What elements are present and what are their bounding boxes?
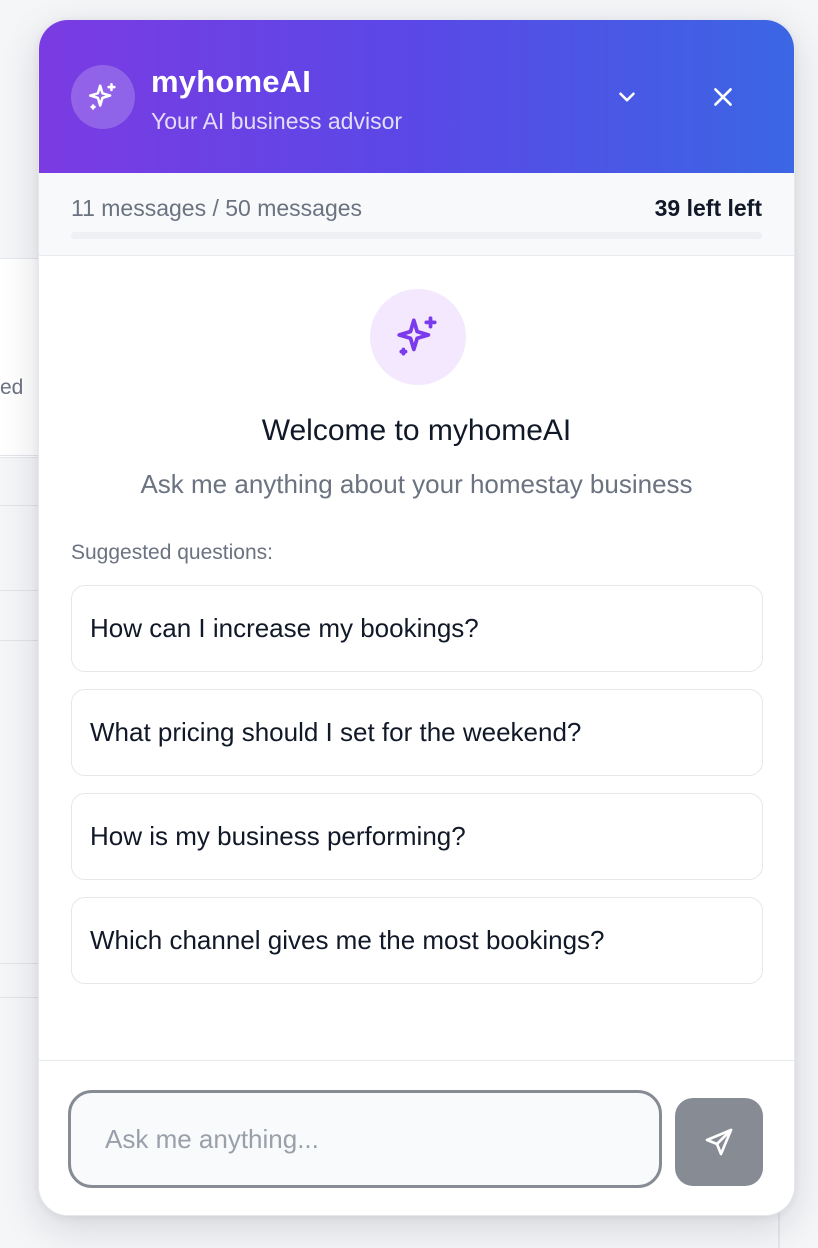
close-button[interactable] [703, 77, 743, 117]
suggested-question-button[interactable]: Which channel gives me the most bookings… [71, 897, 763, 984]
suggested-questions-label: Suggested questions: [71, 541, 273, 564]
chevron-down-icon [619, 92, 635, 102]
welcome-subtitle: Ask me anything about your homestay busi… [140, 469, 693, 499]
background-partial-text: ed [0, 376, 24, 399]
suggested-question-button[interactable]: How can I increase my bookings? [71, 585, 763, 672]
send-button[interactable] [675, 1098, 763, 1186]
suggested-question-button[interactable]: What pricing should I set for the weeken… [71, 689, 763, 776]
usage-count: 11 messages / 50 messages [71, 195, 363, 221]
composer [39, 1060, 794, 1215]
close-icon [714, 88, 732, 106]
sparkles-icon [88, 82, 116, 110]
assistant-avatar [71, 65, 135, 129]
chat-title: myhomeAI [151, 64, 312, 99]
welcome-title: Welcome to myhomeAI [261, 414, 572, 447]
chat-header: myhomeAI Your AI business advisor [39, 20, 794, 173]
chat-subtitle: Your AI business advisor [151, 108, 403, 134]
suggested-question-button[interactable]: How is my business performing? [71, 793, 763, 880]
welcome-avatar [370, 289, 466, 385]
sparkles-icon [397, 316, 437, 356]
message-input[interactable] [68, 1090, 662, 1188]
usage-remaining: 39 left left [654, 195, 762, 221]
usage-progress-track [71, 232, 762, 239]
usage-bar: 11 messages / 50 messages 39 left left [39, 173, 794, 256]
usage-progress-fill [71, 232, 224, 239]
send-icon [705, 1128, 733, 1156]
chat-body: Welcome to myhomeAI Ask me anything abou… [39, 256, 794, 1060]
collapse-button[interactable] [607, 77, 647, 117]
chat-widget: myhomeAI Your AI business advisor 11 mes… [38, 19, 795, 1216]
